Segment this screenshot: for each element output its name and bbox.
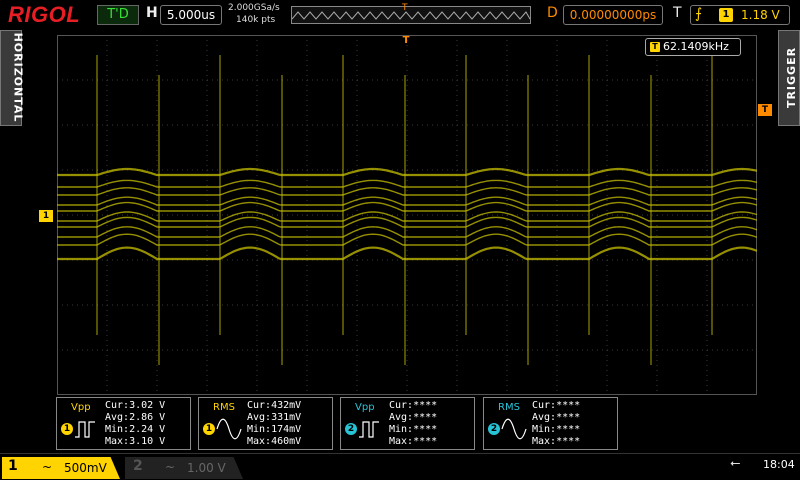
usb-icon: ⭠ <box>730 456 741 471</box>
tab-horizontal[interactable]: HORIZONTAL <box>0 30 25 126</box>
tab-trigger-label: TRIGGER <box>785 46 799 109</box>
measurement-channel-badge: 1 <box>61 423 73 435</box>
ch1-trace <box>57 187 757 196</box>
bottom-status-bar: 1 ~ 500mV 2 ~ 1.00 V <box>0 453 800 480</box>
measurement-value: Max:460mV <box>247 436 302 447</box>
trigger-position-marker[interactable]: T <box>400 35 412 51</box>
trigger-label: T <box>673 5 682 21</box>
ac-coupling-icon: ~ <box>42 460 53 474</box>
waveform-display[interactable] <box>57 35 757 395</box>
memory-trigger-marker: T <box>402 3 408 13</box>
ch1-trace <box>57 201 757 212</box>
channel-1-number: 1 <box>8 458 18 474</box>
measurement-value: Max:3.10 V <box>105 436 166 447</box>
sine-icon <box>501 418 527 440</box>
measurement-value: Cur:432mV <box>247 400 302 411</box>
measurement-label: RMS <box>498 402 520 413</box>
trigger-settings[interactable]: ⨍ 1 1.18 V <box>690 5 790 25</box>
brand-logo: RIGOL <box>8 2 81 27</box>
measurement-value: Min:2.24 V <box>105 424 166 435</box>
measurement-value: Max:**** <box>532 436 581 447</box>
ch1-trace <box>57 179 757 188</box>
measurement-panel-4[interactable]: RMS 2 Cur:**** Avg:**** Min:**** Max:***… <box>483 397 618 450</box>
timebase-display[interactable]: 5.000us <box>160 5 222 25</box>
run-status-indicator[interactable]: T'D <box>97 5 139 25</box>
pulse-icon <box>75 421 95 438</box>
ac-coupling-icon: ~ <box>165 460 176 474</box>
trigger-level-marker[interactable]: T <box>758 104 772 116</box>
measurement-label: RMS <box>213 402 235 413</box>
channel-1-tab[interactable]: 1 ~ 500mV <box>2 457 120 479</box>
ch1-trace <box>57 211 757 222</box>
measurement-value: Avg:331mV <box>247 412 302 423</box>
tab-horizontal-label: HORIZONTAL <box>11 32 25 123</box>
tab-trigger[interactable]: TRIGGER <box>778 30 800 126</box>
frequency-counter: T 62.1409kHz <box>645 38 741 56</box>
measurement-label: Vpp <box>355 402 375 413</box>
measurement-value: Min:**** <box>389 424 438 435</box>
horizontal-delay-display[interactable]: 0.00000000ps <box>563 5 663 25</box>
pulse-icon <box>359 421 379 438</box>
memory-overview-waveform <box>291 11 531 20</box>
measurement-label: Vpp <box>71 402 91 413</box>
ch1-spikes <box>96 55 713 365</box>
ch1-offset-marker[interactable]: 1 <box>39 210 53 222</box>
measurement-panel-1[interactable]: Vpp 1 Cur:3.02 V Avg:2.86 V Min:2.24 V M… <box>56 397 191 450</box>
trigger-level-value: 1.18 V <box>741 8 780 22</box>
measurement-value: Max:**** <box>389 436 438 447</box>
measurement-channel-badge: 1 <box>203 423 215 435</box>
frequency-counter-icon: T <box>650 42 660 52</box>
measurement-value: Avg:2.86 V <box>105 412 166 423</box>
measurement-panel-3[interactable]: Vpp 2 Cur:**** Avg:**** Min:**** Max:***… <box>340 397 475 450</box>
measurement-value: Cur:3.02 V <box>105 400 166 411</box>
ch1-waveform <box>57 167 757 261</box>
ch1-trace <box>57 196 757 206</box>
grid <box>57 35 757 395</box>
trigger-source-badge: 1 <box>719 8 733 22</box>
measurement-channel-badge: 2 <box>345 423 357 435</box>
measurement-value: Avg:**** <box>532 412 581 423</box>
measurement-value: Cur:**** <box>532 400 581 411</box>
delay-label: D <box>547 5 558 21</box>
channel-2-scale: 1.00 V <box>187 461 226 475</box>
measurement-value: Min:**** <box>532 424 581 435</box>
measurement-channel-badge: 2 <box>488 423 500 435</box>
ch1-trace <box>57 246 757 261</box>
frequency-value: 62.1409kHz <box>663 40 729 53</box>
memory-overview-bar <box>291 6 531 24</box>
measurement-value: Avg:**** <box>389 412 438 423</box>
channel-2-tab[interactable]: 2 ~ 1.00 V <box>125 457 243 479</box>
channel-1-scale: 500mV <box>64 461 107 475</box>
horizontal-label: H <box>146 5 158 21</box>
clock: 18:04 <box>763 458 795 471</box>
measurement-value: Cur:**** <box>389 400 438 411</box>
measurement-panel-2[interactable]: RMS 1 Cur:432mV Avg:331mV Min:174mV Max:… <box>198 397 333 450</box>
sine-icon <box>216 418 242 440</box>
measurement-value: Min:174mV <box>247 424 302 435</box>
sample-rate: 2.000GSa/s <box>228 3 280 13</box>
memory-depth: 140k pts <box>236 15 276 25</box>
channel-2-number: 2 <box>133 458 143 474</box>
rising-edge-icon: ⨍ <box>695 6 703 22</box>
